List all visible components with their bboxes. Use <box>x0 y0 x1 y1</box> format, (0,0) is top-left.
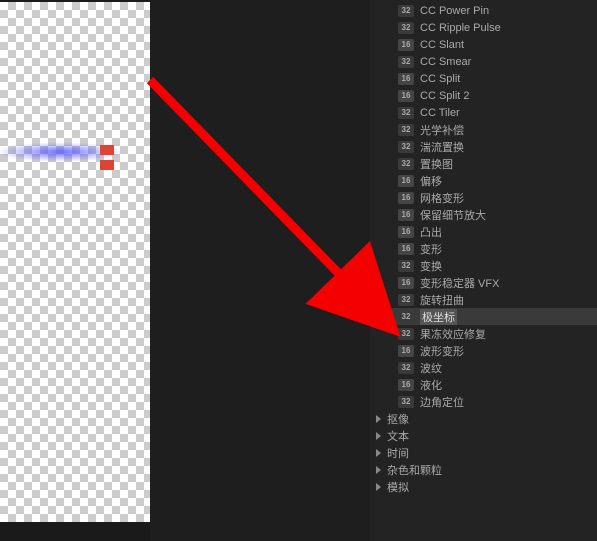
bitdepth-badge-icon: 32 <box>398 328 414 340</box>
category-label: 模拟 <box>387 479 409 495</box>
bitdepth-badge-icon: 16 <box>398 192 414 204</box>
bitdepth-badge-icon: 32 <box>398 22 414 34</box>
effect-label: 极坐标 <box>420 309 457 325</box>
effect-label: 湍流置换 <box>420 139 464 155</box>
effect-label: 液化 <box>420 377 442 393</box>
effect-label: 变形稳定器 VFX <box>420 275 499 291</box>
bitdepth-badge-icon: 32 <box>398 362 414 374</box>
collapse-triangle-icon <box>376 432 381 440</box>
effect-label: 保留细节放大 <box>420 207 486 223</box>
effect-label: 旋转扭曲 <box>420 292 464 308</box>
effect-item[interactable]: 16 波形变形 <box>370 342 597 359</box>
effect-item[interactable]: 16 网格变形 <box>370 189 597 206</box>
bitdepth-badge-icon: 32 <box>398 141 414 153</box>
bitdepth-badge-icon: 16 <box>398 277 414 289</box>
bitdepth-badge-icon: 32 <box>398 260 414 272</box>
effect-item[interactable]: 32 变换 <box>370 257 597 274</box>
effect-item[interactable]: 32 置换图 <box>370 155 597 172</box>
bitdepth-badge-icon: 16 <box>398 379 414 391</box>
effect-item[interactable]: 32 边角定位 <box>370 393 597 410</box>
bitdepth-badge-icon: 32 <box>398 311 414 323</box>
bitdepth-badge-icon: 32 <box>398 124 414 136</box>
bitdepth-badge-icon: 16 <box>398 226 414 238</box>
layer-handles[interactable] <box>100 145 120 173</box>
effect-item[interactable]: 32 CC Tiler <box>370 104 597 121</box>
category-label: 抠像 <box>387 411 409 427</box>
effect-item[interactable]: 16 偏移 <box>370 172 597 189</box>
effect-item[interactable]: 16 CC Slant <box>370 36 597 53</box>
effect-label: 波形变形 <box>420 343 464 359</box>
effect-label: 凸出 <box>420 224 442 240</box>
effects-panel[interactable]: 32 CC Power Pin 32 CC Ripple Pulse 16 CC Slan… <box>370 0 597 541</box>
effect-label: CC Split <box>420 73 460 85</box>
effect-item[interactable]: 16 变形 <box>370 240 597 257</box>
effect-item[interactable]: 16 凸出 <box>370 223 597 240</box>
effect-label: 网格变形 <box>420 190 464 206</box>
bitdepth-badge-icon: 32 <box>398 5 414 17</box>
bitdepth-badge-icon: 32 <box>398 107 414 119</box>
effect-item[interactable]: 32 极坐标 <box>370 308 597 325</box>
effect-label: 置换图 <box>420 156 453 172</box>
effect-label: 边角定位 <box>420 394 464 410</box>
bitdepth-badge-icon: 16 <box>398 73 414 85</box>
collapse-triangle-icon <box>376 449 381 457</box>
effect-category[interactable]: 模拟 <box>370 478 597 495</box>
bitdepth-badge-icon: 16 <box>398 175 414 187</box>
effect-label: CC Smear <box>420 56 471 68</box>
bitdepth-badge-icon: 16 <box>398 243 414 255</box>
effect-item[interactable]: 16 CC Split 2 <box>370 87 597 104</box>
effect-label: CC Ripple Pulse <box>420 22 501 34</box>
bitdepth-badge-icon: 32 <box>398 396 414 408</box>
effect-label: CC Power Pin <box>420 5 489 17</box>
collapse-triangle-icon <box>376 483 381 491</box>
effect-item[interactable]: 32 果冻效应修复 <box>370 325 597 342</box>
effect-label: 变形 <box>420 241 442 257</box>
effect-category[interactable]: 时间 <box>370 444 597 461</box>
effect-item[interactable]: 16 变形稳定器 VFX <box>370 274 597 291</box>
effect-item[interactable]: 32 湍流置换 <box>370 138 597 155</box>
bitdepth-badge-icon: 32 <box>398 56 414 68</box>
bitdepth-badge-icon: 16 <box>398 90 414 102</box>
effect-item[interactable]: 16 CC Split <box>370 70 597 87</box>
composition-canvas[interactable] <box>0 2 150 522</box>
effect-label: 光学补偿 <box>420 122 464 138</box>
effect-category[interactable]: 文本 <box>370 427 597 444</box>
effect-item[interactable]: 16 保留细节放大 <box>370 206 597 223</box>
category-label: 文本 <box>387 428 409 444</box>
bitdepth-badge-icon: 16 <box>398 209 414 221</box>
effect-category[interactable]: 抠像 <box>370 410 597 427</box>
effect-item[interactable]: 32 CC Power Pin <box>370 2 597 19</box>
collapse-triangle-icon <box>376 466 381 474</box>
effect-label: 果冻效应修复 <box>420 326 486 342</box>
panel-gutter <box>150 0 370 541</box>
effect-label: CC Slant <box>420 39 464 51</box>
effect-label: 偏移 <box>420 173 442 189</box>
bitdepth-badge-icon: 16 <box>398 345 414 357</box>
effect-item[interactable]: 32 CC Smear <box>370 53 597 70</box>
effect-item[interactable]: 32 光学补偿 <box>370 121 597 138</box>
bitdepth-badge-icon: 32 <box>398 294 414 306</box>
effect-item[interactable]: 16 液化 <box>370 376 597 393</box>
bitdepth-badge-icon: 32 <box>398 158 414 170</box>
effect-label: CC Tiler <box>420 107 460 119</box>
category-label: 时间 <box>387 445 409 461</box>
bitdepth-badge-icon: 16 <box>398 39 414 51</box>
effect-item[interactable]: 32 CC Ripple Pulse <box>370 19 597 36</box>
effect-item[interactable]: 32 旋转扭曲 <box>370 291 597 308</box>
collapse-triangle-icon <box>376 415 381 423</box>
effect-item[interactable]: 32 波纹 <box>370 359 597 376</box>
effect-label: 变换 <box>420 258 442 274</box>
effect-category[interactable]: 杂色和颗粒 <box>370 461 597 478</box>
effect-label: CC Split 2 <box>420 90 470 102</box>
effect-label: 波纹 <box>420 360 442 376</box>
category-label: 杂色和颗粒 <box>387 462 442 478</box>
